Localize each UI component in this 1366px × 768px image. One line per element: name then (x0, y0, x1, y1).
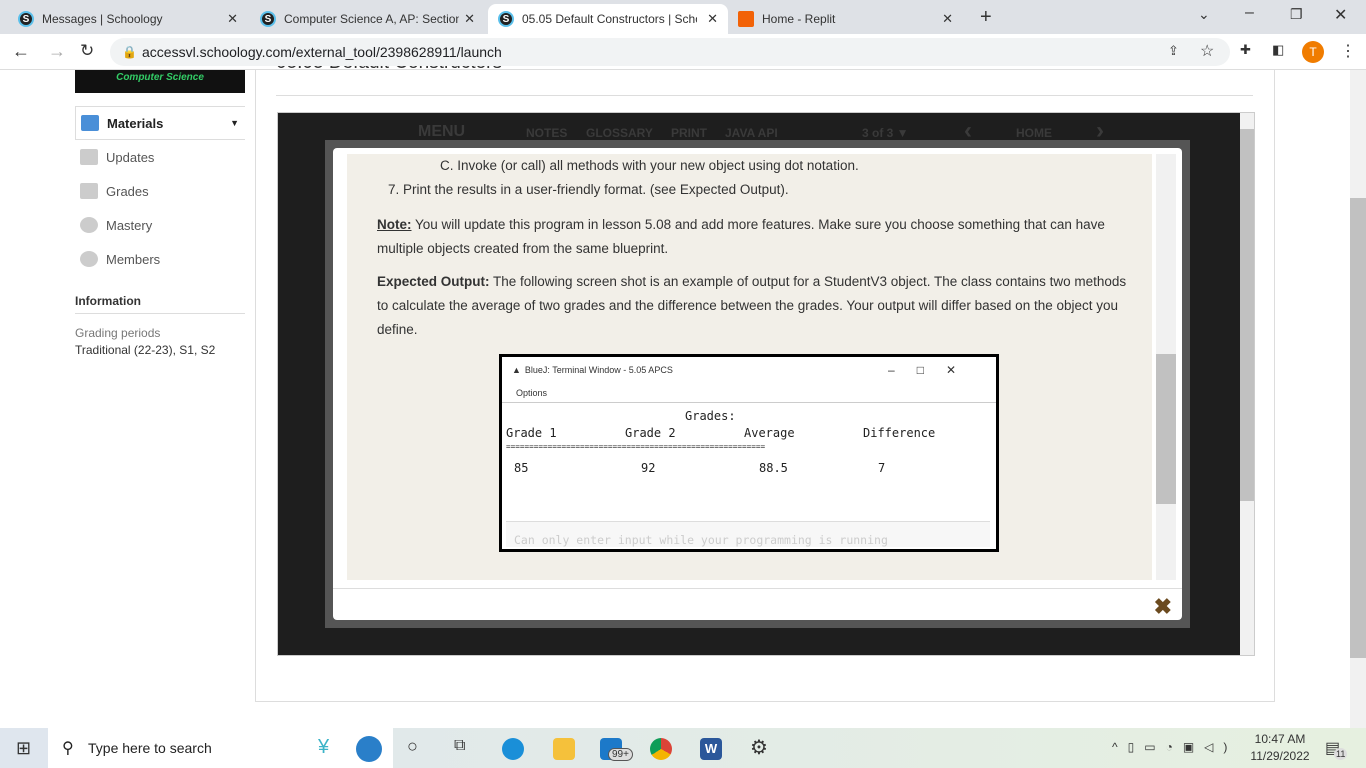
system-tray-icons[interactable]: ^▯▭◔▣◁) (1112, 740, 1237, 754)
schoology-icon: S (260, 11, 276, 27)
forward-icon[interactable]: → (48, 41, 66, 62)
information-heading: Information (75, 294, 245, 314)
home-link[interactable]: HOME (1016, 126, 1052, 140)
close-tab-icon[interactable]: ✕ (942, 11, 953, 27)
modal-dialog: C. Invoke (or call) all methods with you… (325, 140, 1190, 628)
new-tab-button[interactable]: + (980, 6, 992, 29)
file-explorer-icon[interactable] (553, 738, 575, 760)
tab-messages[interactable]: S Messages | Schoology ✕ (8, 4, 248, 34)
tab-search-icon[interactable]: ⌄ (1198, 6, 1210, 23)
tab-bar: S Messages | Schoology ✕ S Computer Science… (0, 0, 1366, 34)
terminal-titlebar: ▲ BlueJ: Terminal Window - 5.05 APCS –□✕ (502, 357, 996, 383)
terminal-heading: Grades: (685, 409, 736, 423)
note-label: Note: (377, 217, 412, 232)
globe-icon[interactable] (356, 736, 382, 762)
sidebar-item-updates[interactable]: Updates (75, 140, 245, 174)
bookmark-star-icon[interactable]: ☆ (1200, 41, 1214, 61)
members-icon (80, 251, 98, 267)
cell: 92 (641, 461, 656, 475)
mastery-icon (80, 217, 98, 233)
share-icon[interactable]: ⇪ (1168, 43, 1179, 59)
sidebar-item-materials[interactable]: Materials ▼ (75, 106, 245, 140)
extensions-icon[interactable]: ✚ (1240, 42, 1251, 58)
side-panel-icon[interactable]: ◧ (1272, 42, 1284, 58)
back-icon[interactable]: ← (12, 41, 30, 62)
grades-icon (80, 183, 98, 199)
cell: 88.5 (759, 461, 788, 475)
cortana-icon[interactable]: ○ (407, 736, 418, 757)
edge-icon[interactable] (502, 738, 524, 760)
menu-link[interactable]: MENU (418, 123, 465, 141)
print-link[interactable]: PRINT (671, 126, 707, 140)
grading-periods-value: Traditional (22-23), S1, S2 (75, 343, 216, 357)
clock-date[interactable]: 11/29/2022 (1248, 749, 1312, 763)
url-input[interactable]: 🔒 accessvl.schoology.com/external_tool/23… (110, 38, 1230, 66)
course-logo: Computer Science (75, 70, 245, 93)
chrome-icon[interactable] (650, 738, 672, 760)
expected-paragraph: Expected Output: The following screen sh… (377, 274, 1127, 337)
tab-default-constructors[interactable]: S 05.05 Default Constructors | Scho ✕ (488, 4, 728, 34)
sidebar: Materials ▼ Updates Grades Mastery Member… (75, 106, 245, 357)
materials-icon (81, 115, 99, 131)
page-selector[interactable]: 3 of 3 ▼ (862, 126, 909, 140)
sidebar-item-grades[interactable]: Grades (75, 174, 245, 208)
expected-label: Expected Output: (377, 274, 490, 289)
note-paragraph: Note: You will update this program in le… (377, 217, 1105, 256)
col-header: Difference (863, 426, 936, 440)
address-bar-row: ← → ↻ 🔒 accessvl.schoology.com/external_t… (0, 34, 1366, 70)
taskbar: ⊞ ⚲ Type here to search ¥ ○ ⧉ 99+ W ⚙ ^▯▭… (0, 728, 1366, 768)
schoology-icon: S (18, 11, 34, 27)
bluej-icon: ▲ (512, 365, 521, 375)
terminal-screenshot: ▲ BlueJ: Terminal Window - 5.05 APCS –□✕ O… (499, 354, 999, 552)
notification-count: 11 (1334, 748, 1348, 760)
glossary-link[interactable]: GLOSSARY (586, 126, 653, 140)
settings-gear-icon[interactable]: ⚙ (750, 735, 768, 760)
widget-icon[interactable]: ¥ (318, 736, 329, 759)
notes-link[interactable]: NOTES (526, 126, 567, 140)
profile-avatar[interactable]: T (1302, 41, 1324, 63)
caret-down-icon: ▼ (230, 118, 239, 128)
step-7: 7. Print the results in a user-friendly … (388, 182, 789, 197)
tab-computer-science[interactable]: S Computer Science A, AP: Section ✕ (250, 4, 485, 34)
search-icon: ⚲ (62, 740, 74, 757)
reload-icon[interactable]: ↻ (80, 41, 94, 61)
tab-replit[interactable]: Home - Replit ✕ (728, 4, 963, 34)
close-window-icon[interactable]: ✕ (1334, 5, 1347, 25)
lesson-text: C. Invoke (or call) all methods with you… (347, 154, 1152, 580)
cell: 85 (514, 461, 529, 475)
restore-icon[interactable]: ❐ (1290, 6, 1303, 23)
page-scrollbar[interactable] (1350, 70, 1366, 728)
updates-icon (80, 149, 98, 165)
task-view-icon[interactable]: ⧉ (454, 737, 465, 755)
close-tab-icon[interactable]: ✕ (227, 11, 238, 27)
modal-scrollbar[interactable] (1156, 154, 1176, 580)
terminal-menu-options: Options (502, 383, 996, 403)
cell: 7 (878, 461, 886, 475)
schoology-icon: S (498, 11, 514, 27)
close-tab-icon[interactable]: ✕ (707, 11, 718, 27)
menu-icon[interactable]: ⋮ (1340, 41, 1356, 61)
lock-icon: 🔒 (122, 45, 137, 59)
close-modal-icon[interactable]: ✖ (1154, 594, 1172, 620)
step-c: C. Invoke (or call) all methods with you… (440, 158, 859, 173)
clock-time[interactable]: 10:47 AM (1250, 732, 1310, 746)
sidebar-item-members[interactable]: Members (75, 242, 245, 276)
sidebar-item-mastery[interactable]: Mastery (75, 208, 245, 242)
mail-badge: 99+ (608, 748, 633, 761)
taskbar-search[interactable]: ⚲ Type here to search ¥ (48, 728, 393, 768)
java-api-link[interactable]: JAVA API (725, 126, 778, 140)
terminal-input: Can only enter input while your programm… (506, 521, 990, 547)
word-icon[interactable]: W (700, 738, 722, 760)
close-tab-icon[interactable]: ✕ (464, 11, 475, 27)
divider (276, 95, 1253, 96)
minimize-icon[interactable]: – (1245, 4, 1254, 22)
grading-periods-label: Grading periods (75, 326, 161, 340)
windows-start-icon[interactable]: ⊞ (16, 738, 31, 759)
replit-icon (738, 11, 754, 27)
window-controls: –□✕ (888, 363, 978, 377)
lesson-scrollbar[interactable] (1240, 113, 1254, 655)
separator: ========================================… (506, 442, 766, 451)
